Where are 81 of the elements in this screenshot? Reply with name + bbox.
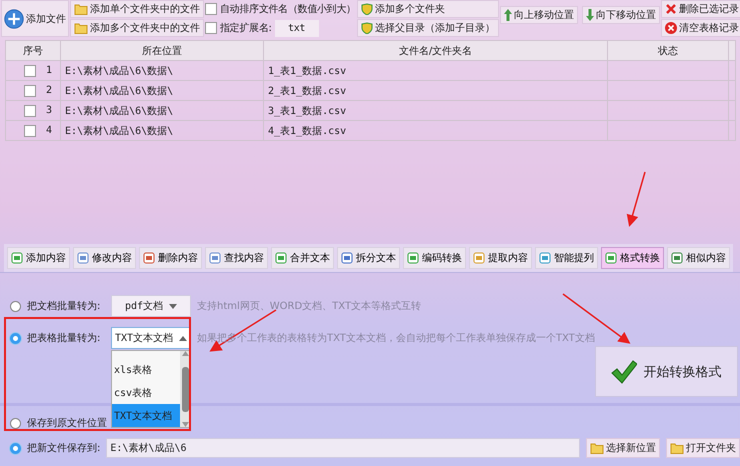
hint-text: 支持html网页、WORD文档、TXT文本等格式互转 — [197, 300, 422, 313]
folder-icon — [670, 442, 684, 454]
column-header[interactable]: 状态 — [608, 40, 728, 60]
folder-icon — [74, 3, 88, 15]
open-folder-button[interactable]: 打开文件夹 — [666, 438, 740, 458]
caret-icon — [179, 336, 188, 340]
checkbox[interactable] — [205, 3, 217, 15]
format-dropdown[interactable]: pdf文档 — [111, 295, 191, 317]
dropdown-item[interactable]: xls表格 — [112, 358, 180, 381]
annotation-arrow — [626, 172, 646, 227]
row-number: 3 — [46, 105, 52, 116]
radio-button[interactable] — [10, 300, 21, 312]
tool-tab[interactable]: 拆分文本 — [337, 247, 400, 269]
table-cell: 2_表1_数据.csv — [264, 80, 608, 100]
radio-button[interactable] — [10, 332, 21, 344]
checkbox[interactable] — [205, 22, 217, 34]
x-icon — [664, 3, 677, 15]
tool-tab[interactable]: 智能提列 — [535, 247, 598, 269]
radio-button[interactable] — [10, 442, 21, 454]
checkmark-icon — [611, 360, 638, 384]
row-number: 4 — [46, 125, 52, 136]
add-folder-button[interactable]: 选择父目录（添加子目录） — [356, 19, 499, 37]
annotation-arrow — [209, 309, 276, 352]
option-label: 保存到原文件位置 — [27, 416, 107, 430]
checkbox[interactable] — [24, 84, 36, 96]
start-button[interactable]: 开始转换格式 — [594, 346, 738, 397]
table-cell: 1_表1_数据.csv — [264, 60, 608, 80]
column-header[interactable]: 序号 — [6, 40, 60, 60]
table-cell: 4_表1_数据.csv — [264, 120, 608, 140]
caret-icon — [169, 304, 178, 308]
add-file-button[interactable]: 添加文件 — [1, 0, 69, 37]
dropdown-item[interactable]: csv表格 — [112, 381, 180, 404]
shield-icon — [360, 22, 373, 34]
checkbox-label: 自动排序文件名（数值小到大） — [220, 2, 356, 16]
folder-icon — [590, 442, 604, 454]
scroll-up-icon[interactable] — [182, 351, 188, 356]
checkbox[interactable] — [24, 104, 36, 116]
scrollbar[interactable] — [180, 351, 190, 427]
tool-tab[interactable]: 相似内容 — [667, 247, 730, 269]
add-folder-button[interactable]: 添加多个文件夹 — [356, 0, 499, 18]
checkbox-label: 指定扩展名: — [220, 22, 272, 35]
column-header[interactable]: 所在位置 — [60, 40, 264, 60]
format-dropdown[interactable]: TXT文本文档 — [111, 327, 191, 349]
tool-tab[interactable]: 合并文本 — [271, 247, 334, 269]
option-label: 把文档批量转为: — [27, 300, 102, 313]
tool-tab[interactable]: 删除内容 — [139, 247, 202, 269]
option-label: 把表格批量转为: — [27, 332, 102, 345]
table-cell: 3_表1_数据.csv — [264, 100, 608, 120]
tool-tab[interactable]: 格式转换 — [601, 247, 664, 269]
add-folder-button[interactable]: 添加多个文件夹中的文件 — [70, 19, 204, 37]
add-folder-button[interactable]: 添加单个文件夹中的文件 — [70, 0, 204, 18]
tool-tab[interactable]: 提取内容 — [469, 247, 532, 269]
clear-button[interactable]: 清空表格记录 — [660, 19, 740, 37]
tool-tab[interactable]: 修改内容 — [73, 247, 136, 269]
tool-tab[interactable]: 编码转换 — [403, 247, 466, 269]
checkbox[interactable] — [24, 124, 36, 136]
tool-tab[interactable]: 查找内容 — [205, 247, 268, 269]
tool-tab[interactable]: 添加内容 — [7, 247, 70, 269]
choose-location-button[interactable]: 选择新位置 — [586, 438, 660, 458]
move-button[interactable]: 向上移动位置 — [500, 6, 578, 24]
up-arrow-icon — [504, 9, 512, 21]
row-number: 1 — [46, 65, 52, 76]
table-cell: E:\素材\成品\6\数据\ — [60, 120, 264, 140]
table-cell: E:\素材\成品\6\数据\ — [60, 100, 264, 120]
clear-button[interactable]: 删除已选记录 — [660, 0, 740, 18]
dropdown-item[interactable]: TXT文本文档 — [112, 404, 180, 427]
scroll-down-icon[interactable] — [182, 422, 188, 427]
row-number: 2 — [46, 85, 52, 96]
column-header[interactable]: 文件名/文件夹名 — [264, 40, 608, 60]
folder-icon — [74, 22, 88, 34]
table-cell: E:\素材\成品\6\数据\ — [60, 60, 264, 80]
checkbox[interactable] — [24, 64, 36, 76]
option-label: 把新文件保存到: — [27, 442, 100, 455]
table-cell: E:\素材\成品\6\数据\ — [60, 80, 264, 100]
down-arrow-icon — [586, 9, 594, 21]
extension-field[interactable]: txt — [274, 20, 319, 36]
path-field[interactable]: E:\素材\成品\6 — [106, 438, 580, 458]
shield-icon — [360, 3, 373, 15]
move-button[interactable]: 向下移动位置 — [582, 6, 660, 24]
close-icon — [664, 22, 677, 34]
radio-button[interactable] — [10, 418, 21, 428]
